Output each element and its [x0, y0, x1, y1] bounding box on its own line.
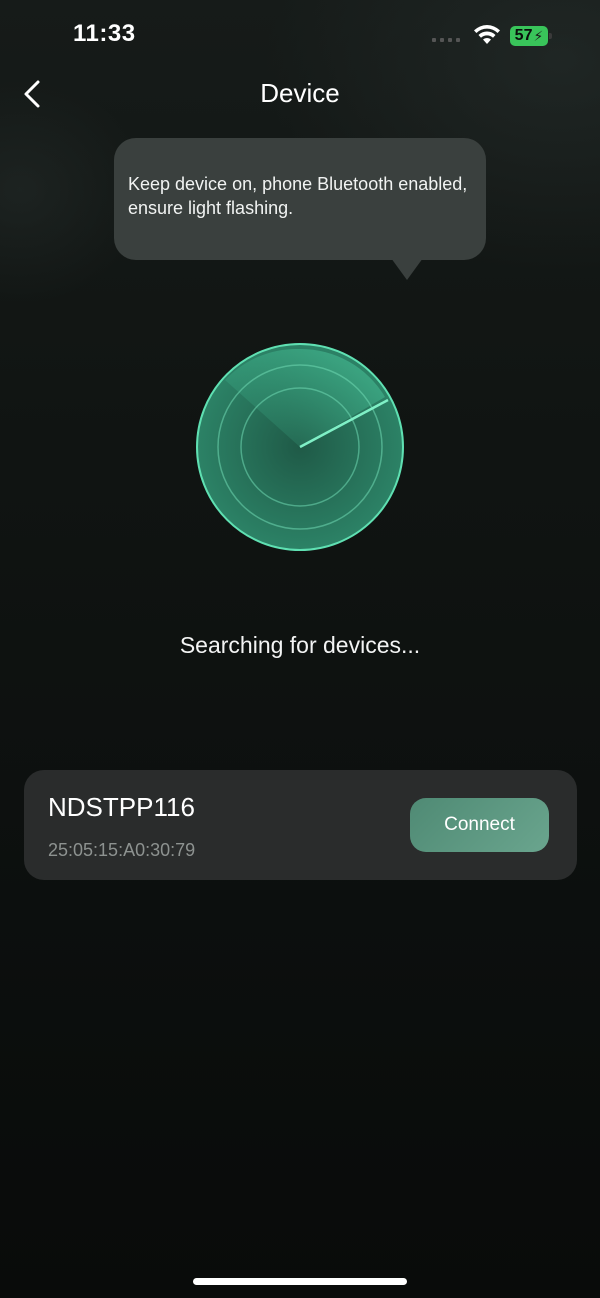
charging-bolt-icon: ⚡: [533, 27, 544, 44]
home-indicator: [193, 1278, 407, 1285]
nav-bar: Device: [0, 72, 600, 116]
status-time: 11:33: [73, 20, 136, 47]
tip-bubble: Keep device on, phone Bluetooth enabled,…: [114, 138, 486, 280]
battery-percent: 57: [514, 27, 533, 44]
connect-button[interactable]: Connect: [410, 798, 549, 852]
device-card: NDSTPP116 25:05:15:A0:30:79 Connect: [24, 770, 577, 880]
tip-text: Keep device on, phone Bluetooth enabled,…: [128, 174, 468, 218]
radar-scanner-icon: [196, 343, 404, 551]
page-title: Device: [260, 78, 340, 108]
device-name: NDSTPP116: [48, 792, 195, 822]
device-mac-address: 25:05:15:A0:30:79: [48, 840, 196, 860]
battery-icon: 57 ⚡: [510, 26, 552, 46]
wifi-icon: [474, 25, 500, 44]
cellular-signal-icon: [432, 38, 460, 42]
scan-status-text: Searching for devices...: [179, 632, 421, 658]
status-bar: 11:33 57 ⚡: [0, 0, 600, 72]
